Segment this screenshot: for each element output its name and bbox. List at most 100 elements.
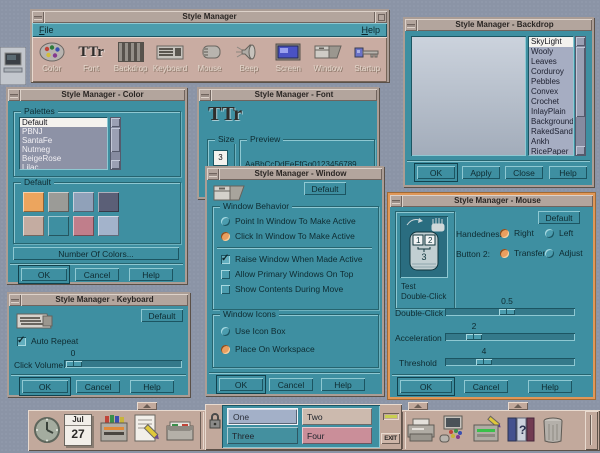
help-button[interactable]: Help	[549, 166, 587, 179]
panel-end-handle[interactable]	[585, 411, 598, 450]
radio-button2-adjust[interactable]	[545, 249, 554, 258]
swatch[interactable]	[48, 192, 69, 212]
radio-use-icon-box[interactable]	[221, 327, 230, 336]
window-menu-button[interactable]	[207, 168, 219, 180]
keyboard-launcher[interactable]: Keyboard	[150, 37, 189, 82]
window-menu-button[interactable]	[32, 11, 44, 23]
menu-help[interactable]: Help	[354, 23, 387, 37]
list-item[interactable]: Background	[529, 117, 573, 127]
radio-handedness-left[interactable]	[545, 229, 554, 238]
help-button[interactable]: Help	[528, 380, 572, 393]
window-menu-button[interactable]	[390, 195, 402, 207]
list-item[interactable]: BeigeRose	[20, 154, 107, 163]
checkbox-raise-window[interactable]	[221, 255, 230, 264]
size-list[interactable]: 3	[213, 150, 228, 166]
list-item[interactable]: Nutmeg	[20, 145, 107, 154]
swatch[interactable]	[73, 216, 94, 236]
checkbox-auto-repeat[interactable]	[17, 337, 26, 346]
style-manager-control[interactable]	[438, 415, 470, 449]
help-control[interactable]: ?	[504, 416, 536, 448]
screen-launcher[interactable]: Screen	[269, 37, 308, 82]
workspace-four-button[interactable]: Four	[302, 427, 372, 444]
list-item[interactable]: SantaFe	[20, 136, 107, 145]
mouse-launcher[interactable]: Mouse	[190, 37, 229, 82]
help-button[interactable]: Help	[129, 268, 173, 281]
window-menu-button[interactable]	[405, 19, 417, 31]
help-button[interactable]: Help	[321, 378, 365, 391]
ok-button[interactable]: OK	[21, 268, 67, 281]
window-menu-button[interactable]	[8, 89, 20, 101]
palette-scrollbar[interactable]	[110, 117, 121, 170]
list-item[interactable]: Lilac	[20, 163, 107, 170]
list-item[interactable]: Convex	[529, 87, 573, 97]
subpanel-arrow-tab[interactable]	[508, 402, 528, 410]
default-button[interactable]: Default	[304, 182, 346, 195]
list-item[interactable]: Leaves	[529, 57, 573, 67]
cancel-button[interactable]: Cancel	[75, 268, 119, 281]
acceleration-slider[interactable]	[445, 333, 575, 341]
color-launcher[interactable]: Color	[32, 37, 71, 82]
scroll-down-arrow[interactable]	[576, 146, 585, 155]
list-item[interactable]: Pebbles	[529, 77, 573, 87]
list-item[interactable]: Corduroy	[529, 67, 573, 77]
double-click-slider[interactable]	[445, 308, 575, 316]
workspace-two-button[interactable]: Two	[302, 408, 372, 425]
window-menu-button[interactable]	[199, 89, 211, 101]
number-of-colors-button[interactable]: Number Of Colors...	[13, 247, 179, 260]
scroll-up-arrow[interactable]	[576, 37, 585, 46]
default-button[interactable]: Default	[538, 211, 580, 224]
text-editor-control[interactable]	[132, 413, 162, 449]
lock-button[interactable]	[208, 412, 222, 434]
mouse-test-area[interactable]: 1 2 3	[400, 216, 448, 278]
swatch[interactable]	[48, 216, 69, 236]
swatch[interactable]	[98, 192, 119, 212]
radio-place-on-workspace[interactable]	[221, 345, 230, 354]
swatch[interactable]	[23, 216, 44, 236]
swatch[interactable]	[23, 192, 44, 212]
beep-launcher[interactable]: Beep	[229, 37, 268, 82]
radio-button2-transfer[interactable]	[500, 249, 509, 258]
cancel-button[interactable]: Cancel	[464, 380, 508, 393]
printer-control[interactable]	[406, 417, 436, 449]
workspace-three-button[interactable]: Three	[227, 427, 298, 444]
trash-control[interactable]	[541, 416, 565, 449]
backdrop-list[interactable]: SkyLight Wooly Leaves Corduroy Pebbles C…	[528, 36, 574, 156]
scroll-down-arrow[interactable]	[111, 160, 120, 169]
radio-click-in-window[interactable]	[221, 232, 230, 241]
swatch[interactable]	[73, 192, 94, 212]
window-menu-button[interactable]	[9, 294, 21, 306]
threshold-slider[interactable]	[445, 358, 575, 366]
cancel-button[interactable]: Cancel	[269, 378, 313, 391]
ok-button[interactable]: OK	[219, 378, 263, 391]
list-item[interactable]: RakedSand	[529, 127, 573, 137]
startup-launcher[interactable]: Startup	[348, 37, 387, 82]
list-item[interactable]: Default	[20, 118, 107, 127]
font-launcher[interactable]: TTr Font	[71, 37, 110, 82]
exit-button[interactable]: EXIT	[381, 433, 400, 444]
radio-handedness-right[interactable]	[500, 229, 509, 238]
application-manager-control[interactable]	[471, 415, 501, 449]
workspace-one-button[interactable]: One	[227, 408, 298, 425]
menu-file[interactable]: File	[32, 23, 61, 37]
list-item[interactable]: RicePaper	[529, 147, 573, 156]
mail-control[interactable]	[163, 416, 197, 449]
scroll-up-arrow[interactable]	[111, 118, 120, 127]
palette-list[interactable]: Default PBNJ SantaFe Nutmeg BeigeRose Li…	[19, 117, 108, 170]
workstation-desktop-icon[interactable]	[0, 47, 26, 85]
cancel-button[interactable]: Cancel	[76, 380, 120, 393]
ok-button[interactable]: OK	[22, 380, 68, 393]
apply-button[interactable]: Apply	[462, 166, 500, 179]
window-launcher[interactable]: Window	[308, 37, 347, 82]
list-item[interactable]: SkyLight	[529, 37, 573, 47]
subpanel-arrow-tab[interactable]	[408, 402, 428, 410]
help-button[interactable]: Help	[130, 380, 174, 393]
list-item[interactable]: Crochet	[529, 97, 573, 107]
subpanel-arrow-tab[interactable]	[137, 402, 157, 410]
list-item[interactable]: Ankh	[529, 137, 573, 147]
maximize-button[interactable]	[375, 11, 387, 23]
file-manager-control[interactable]	[97, 413, 129, 449]
list-item[interactable]: PBNJ	[20, 127, 107, 136]
swatch[interactable]	[98, 216, 119, 236]
clock-control[interactable]	[33, 415, 61, 450]
backdrop-scrollbar[interactable]	[575, 36, 586, 156]
